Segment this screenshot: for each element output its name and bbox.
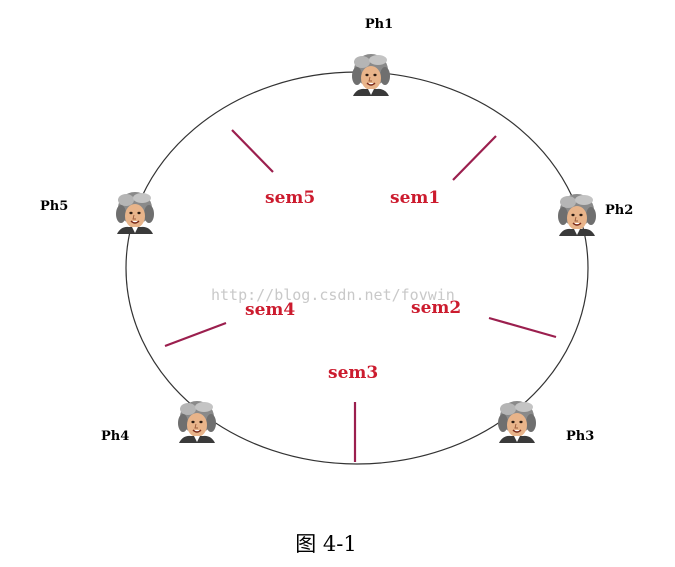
ph2-label: Ph2 [605,203,633,218]
dining-philosophers-diagram: Ph1 Ph2 Ph3 Ph4 Ph5 sem5 sem1 sem2 sem4 … [0,0,675,567]
philosopher-face-icon [177,400,217,444]
ph3-label: Ph3 [566,429,594,444]
sem1-label: sem1 [390,188,440,208]
philosopher-ph4: Ph4 [101,400,217,444]
philosopher-face-icon [497,400,537,444]
chopstick-2 [488,316,557,339]
diagram-canvas: Ph1 Ph2 Ph3 Ph4 Ph5 sem5 sem1 sem2 sem4 … [40,17,633,556]
sem3-label: sem3 [328,363,378,383]
figure-caption: 图 4-1 [295,532,357,556]
philosopher-ph3: Ph3 [497,400,594,444]
chopstick-5 [231,129,274,173]
philosopher-face-icon [351,53,391,97]
sem5-label: sem5 [265,188,315,208]
philosopher-ph2: Ph2 [557,193,633,237]
ph5-label: Ph5 [40,199,68,214]
philosopher-face-icon [557,193,597,237]
watermark-text: http://blog.csdn.net/fovwin [211,286,455,304]
chopstick-4 [164,321,227,348]
philosopher-face-icon [115,191,155,235]
chopstick-1 [452,135,497,181]
ph4-label: Ph4 [101,429,129,444]
philosopher-ph1: Ph1 [351,17,393,97]
ph1-label: Ph1 [365,17,393,32]
philosopher-ph5: Ph5 [40,191,155,235]
